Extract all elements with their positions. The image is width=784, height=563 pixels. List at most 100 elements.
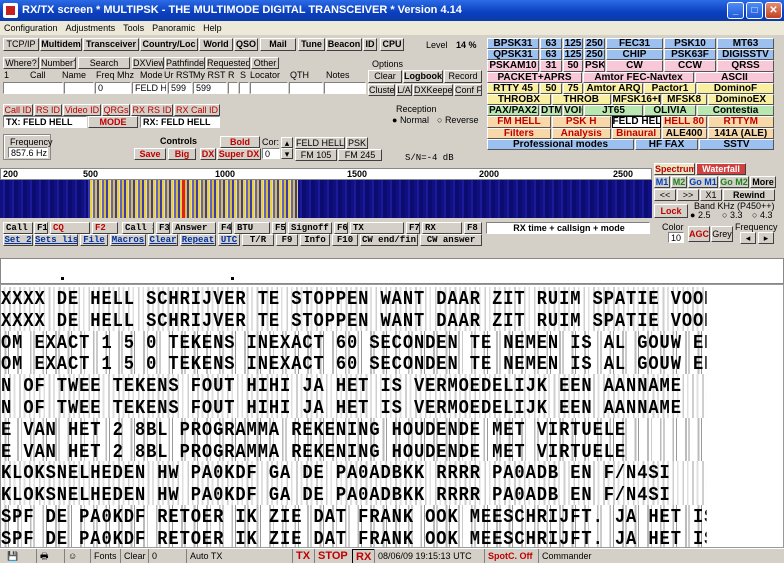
- world-button[interactable]: World: [199, 38, 233, 51]
- mode-button-sstv[interactable]: SSTV: [699, 138, 774, 150]
- mode-button-psk63f[interactable]: PSK63F: [664, 49, 716, 61]
- close-button[interactable]: ✕: [765, 2, 782, 19]
- mode-button-throbx[interactable]: THROBX: [487, 94, 551, 106]
- color-value[interactable]: 10: [668, 232, 684, 243]
- mode-button-ale400[interactable]: ALE400: [661, 127, 707, 139]
- macro-cq[interactable]: CQ: [50, 222, 90, 234]
- clear-status-button[interactable]: Clear: [120, 549, 149, 563]
- requested-button[interactable]: Requested: [206, 57, 250, 69]
- mode-button-125[interactable]: 125: [563, 38, 583, 50]
- cluster-button[interactable]: Cluster: [368, 84, 395, 96]
- mode-button-qrss[interactable]: QRSS: [717, 60, 774, 72]
- menu-tools[interactable]: Tools: [119, 21, 148, 35]
- mode-button[interactable]: MODE: [88, 116, 138, 128]
- rx-button[interactable]: RX: [352, 549, 376, 563]
- go-m1-button[interactable]: Go M1: [688, 176, 718, 188]
- qso-button[interactable]: QSO: [234, 38, 258, 51]
- mode-button-fm-hell[interactable]: FM HELL: [487, 116, 551, 128]
- mode-button-professional-modes[interactable]: Professional modes: [487, 138, 634, 150]
- mode-button-rttym[interactable]: RTTYM: [707, 116, 774, 128]
- go-m2-button[interactable]: Go M2: [719, 176, 749, 188]
- id-button[interactable]: ID: [363, 38, 377, 51]
- rx-text-area[interactable]: [0, 258, 784, 284]
- frequency-cursor[interactable]: [182, 180, 185, 218]
- menu-configuration[interactable]: Configuration: [0, 21, 62, 35]
- freq-left-icon[interactable]: ◂: [740, 232, 756, 244]
- spectrum-button[interactable]: Spectrum: [654, 163, 695, 175]
- mode-button-mt63[interactable]: MT63: [717, 38, 774, 50]
- bold-button[interactable]: Bold: [220, 136, 260, 148]
- record-button[interactable]: Record: [444, 70, 482, 83]
- beacon-button[interactable]: Beacon: [326, 38, 362, 51]
- s-field[interactable]: [239, 82, 249, 94]
- fonts-button[interactable]: Fonts: [90, 549, 120, 563]
- macro-f4[interactable]: F4: [218, 222, 232, 234]
- la-button[interactable]: L/A: [396, 84, 412, 96]
- cpu-button[interactable]: CPU: [380, 38, 404, 51]
- band-4-3[interactable]: ○ 4.3: [752, 210, 772, 220]
- people-icon[interactable]: ☺: [64, 549, 80, 563]
- mode-button-pactor1[interactable]: Pactor1: [644, 82, 696, 94]
- frequency-value[interactable]: 857.6 Hz: [8, 147, 48, 158]
- rx-call-id-button[interactable]: RX Call ID: [174, 104, 220, 116]
- video-id-button[interactable]: Video ID: [63, 104, 101, 116]
- mode-button-psk-h[interactable]: PSK H: [551, 116, 611, 128]
- x1-button[interactable]: X1: [700, 189, 722, 201]
- macro-sets-list[interactable]: Sets list: [34, 234, 78, 246]
- call-field[interactable]: [3, 82, 63, 94]
- rx-rs-id-button[interactable]: RX RS ID: [131, 104, 173, 116]
- save-button[interactable]: Save: [134, 148, 166, 160]
- dxkeeper-button[interactable]: DXKeeper: [413, 84, 453, 96]
- mode-field[interactable]: FELD HE: [132, 82, 167, 94]
- mode-button-dominof[interactable]: DominoF: [697, 82, 774, 94]
- mode-button-mfsk8[interactable]: MFSK8: [661, 94, 707, 106]
- locator-field[interactable]: [250, 82, 288, 94]
- cor-value[interactable]: 0: [262, 148, 280, 159]
- mode-button-31[interactable]: 31: [540, 60, 562, 72]
- rs-id-button[interactable]: RS ID: [34, 104, 62, 116]
- save-disk-icon[interactable]: 💾: [4, 549, 21, 563]
- macro-f9[interactable]: F9: [276, 234, 298, 246]
- spotc-toggle[interactable]: SpotC. Off: [484, 549, 536, 563]
- radio-normal[interactable]: ● Normal: [392, 115, 429, 125]
- macro-f2[interactable]: F2: [92, 222, 118, 234]
- mode-button-63[interactable]: 63: [540, 49, 562, 61]
- menu-adjustments[interactable]: Adjustments: [62, 21, 120, 35]
- macro-f5[interactable]: F5: [272, 222, 286, 234]
- mode-button-125[interactable]: 125: [563, 49, 583, 61]
- stop-button[interactable]: STOP: [314, 549, 351, 563]
- freq-field[interactable]: 0: [95, 82, 131, 94]
- dx-button[interactable]: DX: [200, 148, 216, 160]
- mode-button-dtmf[interactable]: DTMF: [540, 105, 562, 117]
- country-loc-button[interactable]: Country/Loc: [140, 38, 198, 51]
- qrgs-button[interactable]: QRGs: [102, 104, 130, 116]
- tx-button[interactable]: TX: [292, 549, 313, 563]
- mode-button-packet-aprs[interactable]: PACKET+APRS: [487, 71, 582, 83]
- m2-button[interactable]: M2: [671, 176, 687, 188]
- number-button[interactable]: Number?: [40, 57, 76, 69]
- macro-call3[interactable]: Call 3: [122, 222, 154, 234]
- other-button[interactable]: Other: [251, 57, 279, 69]
- macro-answer[interactable]: Answer: [172, 222, 216, 234]
- feld-hell-80-button[interactable]: FELD HELL 80: [295, 137, 345, 149]
- call-id-button[interactable]: Call ID: [3, 104, 33, 116]
- mode-button-digisstv[interactable]: DIGISSTV: [717, 49, 774, 61]
- notes-field[interactable]: [324, 82, 366, 94]
- conf-button[interactable]: Conf F: [454, 84, 482, 96]
- clear-log-button[interactable]: Clear: [368, 70, 402, 83]
- mode-button-chip[interactable]: CHIP: [606, 49, 663, 61]
- mode-button-cw[interactable]: CW: [606, 60, 663, 72]
- mode-button-throb[interactable]: THROB: [551, 94, 611, 106]
- super-dx-button[interactable]: Super DX: [217, 148, 261, 160]
- hell-receive-window[interactable]: XXXX DE HELL SCHRIJVER TE STOPPEN WANT D…: [0, 284, 784, 548]
- mode-button-olivia[interactable]: OLIVIA: [644, 105, 696, 117]
- mode-button-jt65[interactable]: JT65: [584, 105, 643, 117]
- mode-button-hell-80[interactable]: HELL 80: [661, 116, 707, 128]
- mode-button-filters[interactable]: Filters: [487, 127, 551, 139]
- mode-button-amtor-arq[interactable]: Amtor ARQ: [584, 82, 643, 94]
- mode-button-rtty-45[interactable]: RTTY 45: [487, 82, 539, 94]
- macro-f10[interactable]: F10: [332, 234, 358, 246]
- macro-file[interactable]: File: [80, 234, 108, 246]
- psk-hell-button[interactable]: PSK: [346, 137, 368, 149]
- macro-tx[interactable]: TX: [350, 222, 404, 234]
